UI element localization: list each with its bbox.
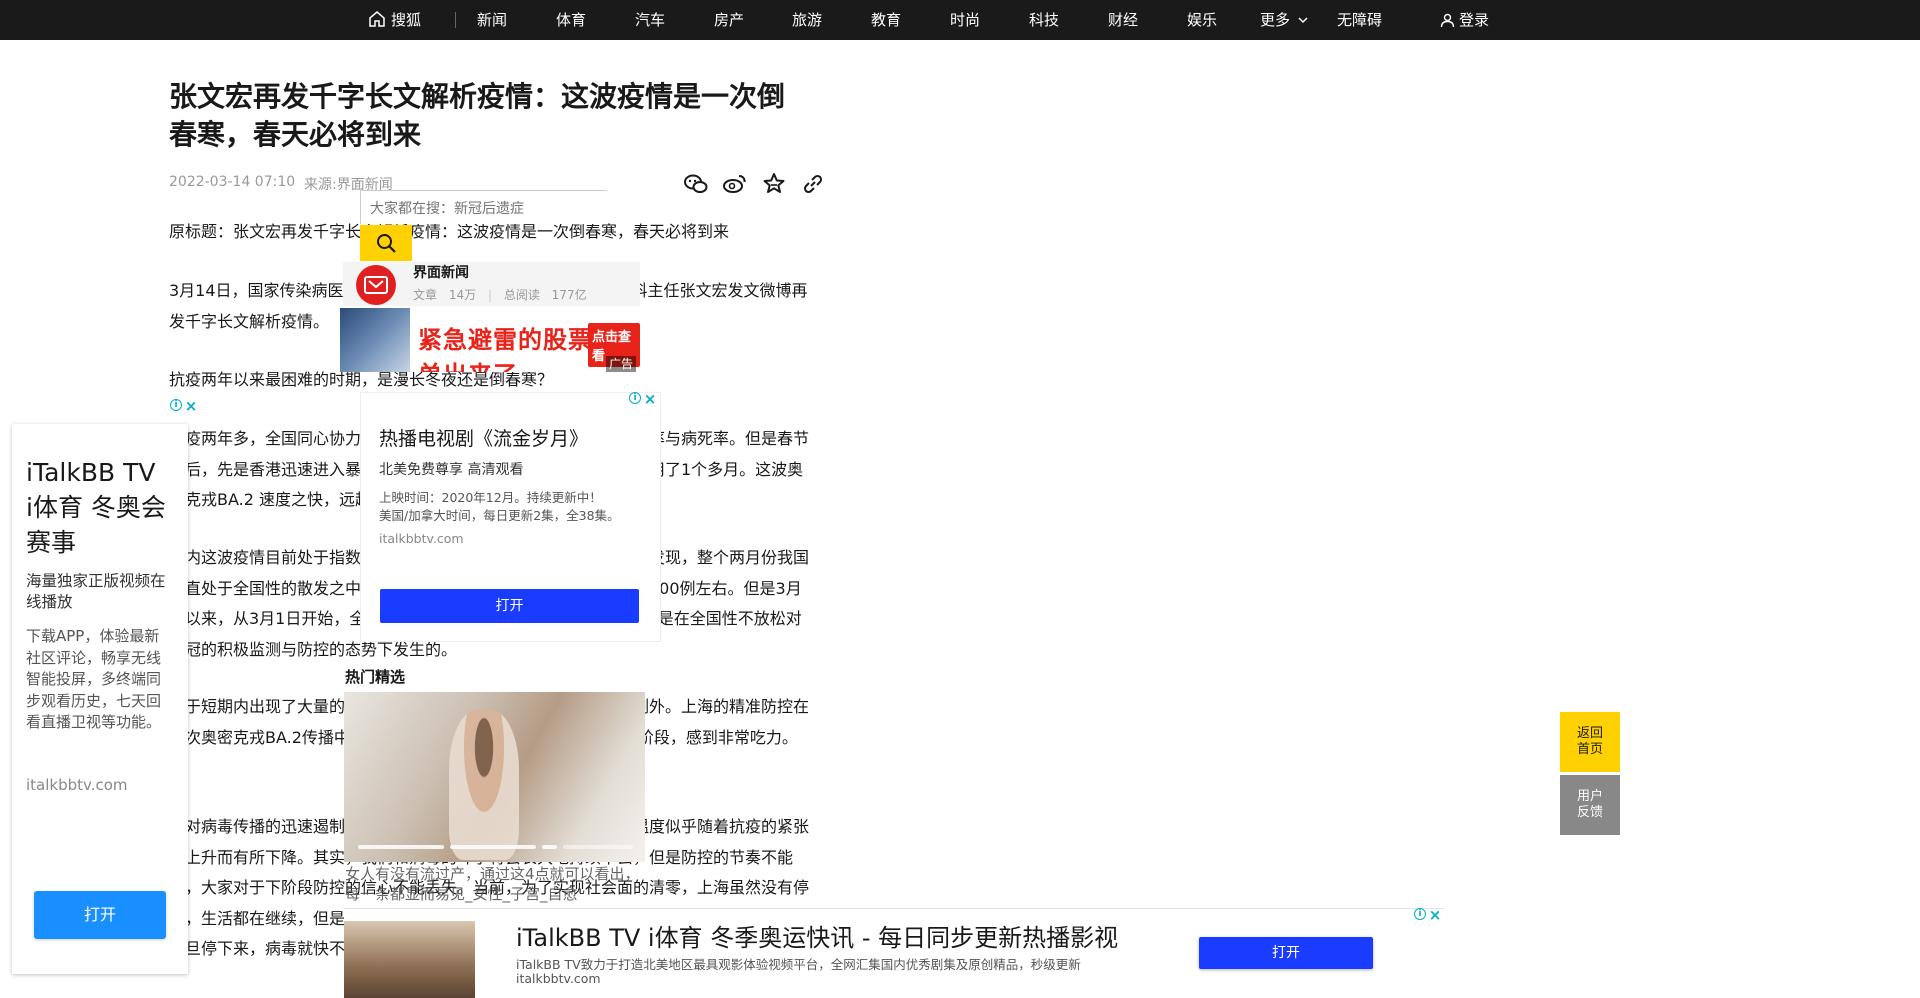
bottom-ad-description: iTalkBB TV致力于打造北美地区最具观影体验视频平台，全网汇集国内优秀剧集… <box>516 957 1081 972</box>
search-box <box>360 190 607 225</box>
login-link[interactable]: 登录 <box>1440 0 1489 40</box>
carousel-dot[interactable] <box>542 845 557 849</box>
left-ad-subtitle: 海量独家正版视频在线播放 <box>26 572 166 611</box>
carousel-dot[interactable] <box>358 845 444 849</box>
nav-entertainment[interactable]: 娱乐 <box>1187 0 1217 40</box>
bottom-ad-choices: i × <box>1414 908 1442 923</box>
bottom-ad-title[interactable]: iTalkBB TV i体育 冬季奥运快讯 - 每日同步更新热播影视 <box>516 918 1118 953</box>
nav-finance[interactable]: 财经 <box>1108 0 1138 40</box>
left-ad-choices: i × <box>170 399 198 414</box>
carousel-indicators <box>358 845 633 849</box>
article-date: 2022-03-14 07:10 <box>169 174 296 190</box>
ad-tag: 广告 <box>606 356 637 372</box>
login-label: 登录 <box>1459 11 1490 29</box>
close-icon[interactable]: × <box>1428 908 1442 923</box>
wechat-icon[interactable] <box>682 170 710 198</box>
source-stats: 文章 14万 | 总阅读 177亿 <box>413 288 587 302</box>
hot-picks-title: 热门精选 <box>345 668 406 686</box>
tv-ad-line-1: 上映时间：2020年12月。持续更新中！ <box>379 490 602 505</box>
hot-picks-figure <box>449 710 519 860</box>
left-ad-title[interactable]: iTalkBB TV i体育 冬奥会赛事 <box>26 455 166 560</box>
hot-picks-caption[interactable]: 女人有没有流过产，通过这4点就可以看出，每一条都显而易见_女性_子宫_自愈 <box>345 864 645 904</box>
nav-sports[interactable]: 体育 <box>556 0 586 40</box>
hot-picks-image[interactable] <box>344 692 645 862</box>
logo-label: 搜狐 <box>391 11 422 29</box>
nav-travel[interactable]: 旅游 <box>792 0 822 40</box>
ad-info-icon[interactable]: i <box>629 392 641 404</box>
source-logo[interactable] <box>356 265 396 305</box>
nav-auto[interactable]: 汽车 <box>635 0 665 40</box>
nav-house[interactable]: 房产 <box>714 0 744 40</box>
nav-accessibility[interactable]: 无障碍 <box>1337 0 1382 40</box>
search-button[interactable] <box>360 225 412 261</box>
nav-more[interactable]: 更多 <box>1260 0 1308 40</box>
bottom-ad-image[interactable] <box>344 921 475 998</box>
close-icon[interactable]: × <box>184 399 198 414</box>
source-name[interactable]: 界面新闻 <box>413 262 469 282</box>
source-logo-icon <box>364 276 388 294</box>
close-icon[interactable]: × <box>643 392 657 407</box>
weibo-icon[interactable] <box>721 170 749 198</box>
nav-more-label: 更多 <box>1260 11 1291 29</box>
nav-divider <box>455 12 456 28</box>
carousel-dot[interactable] <box>563 845 633 849</box>
bottom-ad-open-button[interactable]: 打开 <box>1199 937 1373 969</box>
left-ad-description: 下载APP，体验最新社区评论，畅享无线智能投屏，多终端同步观看历史，七天回看直播… <box>26 627 162 731</box>
ad-info-icon[interactable]: i <box>1414 908 1426 920</box>
article-title: 张文宏再发千字长文解析疫情：这波疫情是一次倒春寒，春天必将到来 <box>169 80 786 151</box>
source-articles-value: 14万 <box>448 288 477 302</box>
tv-ad-line-2: 美国/加拿大时间，每日更新2集，全38集。 <box>379 508 620 523</box>
source-articles-label: 文章 <box>413 288 438 302</box>
copy-link-icon[interactable] <box>799 170 827 198</box>
carousel-dot[interactable] <box>450 845 536 849</box>
search-input[interactable] <box>361 191 607 225</box>
search-icon <box>377 234 396 253</box>
nav-education[interactable]: 教育 <box>871 0 901 40</box>
stock-ad-image <box>340 308 410 372</box>
feedback-button[interactable]: 用户反馈 <box>1560 775 1620 835</box>
tv-ad-title[interactable]: 热播电视剧《流金岁月》 <box>379 424 588 451</box>
chevron-down-icon <box>1298 17 1308 24</box>
favorite-star-icon[interactable] <box>760 170 788 198</box>
user-icon <box>1440 13 1455 28</box>
left-ad-open-button[interactable]: 打开 <box>34 891 166 939</box>
sohu-home-link[interactable]: 搜狐 <box>368 0 421 40</box>
share-bar <box>676 170 827 202</box>
ad-choices: i × <box>629 392 657 407</box>
nav-tech[interactable]: 科技 <box>1029 0 1059 40</box>
source-reads-value: 177亿 <box>551 288 587 302</box>
top-nav-bar: 搜狐 新闻 体育 汽车 房产 旅游 教育 时尚 科技 财经 娱乐 更多 无障碍 … <box>0 0 1920 40</box>
left-ad-domain: italkbbtv.com <box>26 776 128 794</box>
tv-ad-open-button[interactable]: 打开 <box>380 589 639 623</box>
stock-ad-banner[interactable]: 紧急避雷的股票名单出来了 点击查看 广告 <box>340 308 640 372</box>
home-icon <box>369 11 385 27</box>
source-reads-label: 总阅读 <box>503 288 540 302</box>
bottom-ad-domain: italkbbtv.com <box>516 971 601 986</box>
back-to-home-button[interactable]: 返回首页 <box>1560 712 1620 772</box>
tv-ad-subtitle: 北美免费尊享 高清观看 <box>379 462 524 478</box>
nav-news[interactable]: 新闻 <box>477 0 507 40</box>
tv-ad-domain: italkbbtv.com <box>379 531 464 546</box>
ad-info-icon[interactable]: i <box>170 399 182 411</box>
nav-fashion[interactable]: 时尚 <box>950 0 980 40</box>
